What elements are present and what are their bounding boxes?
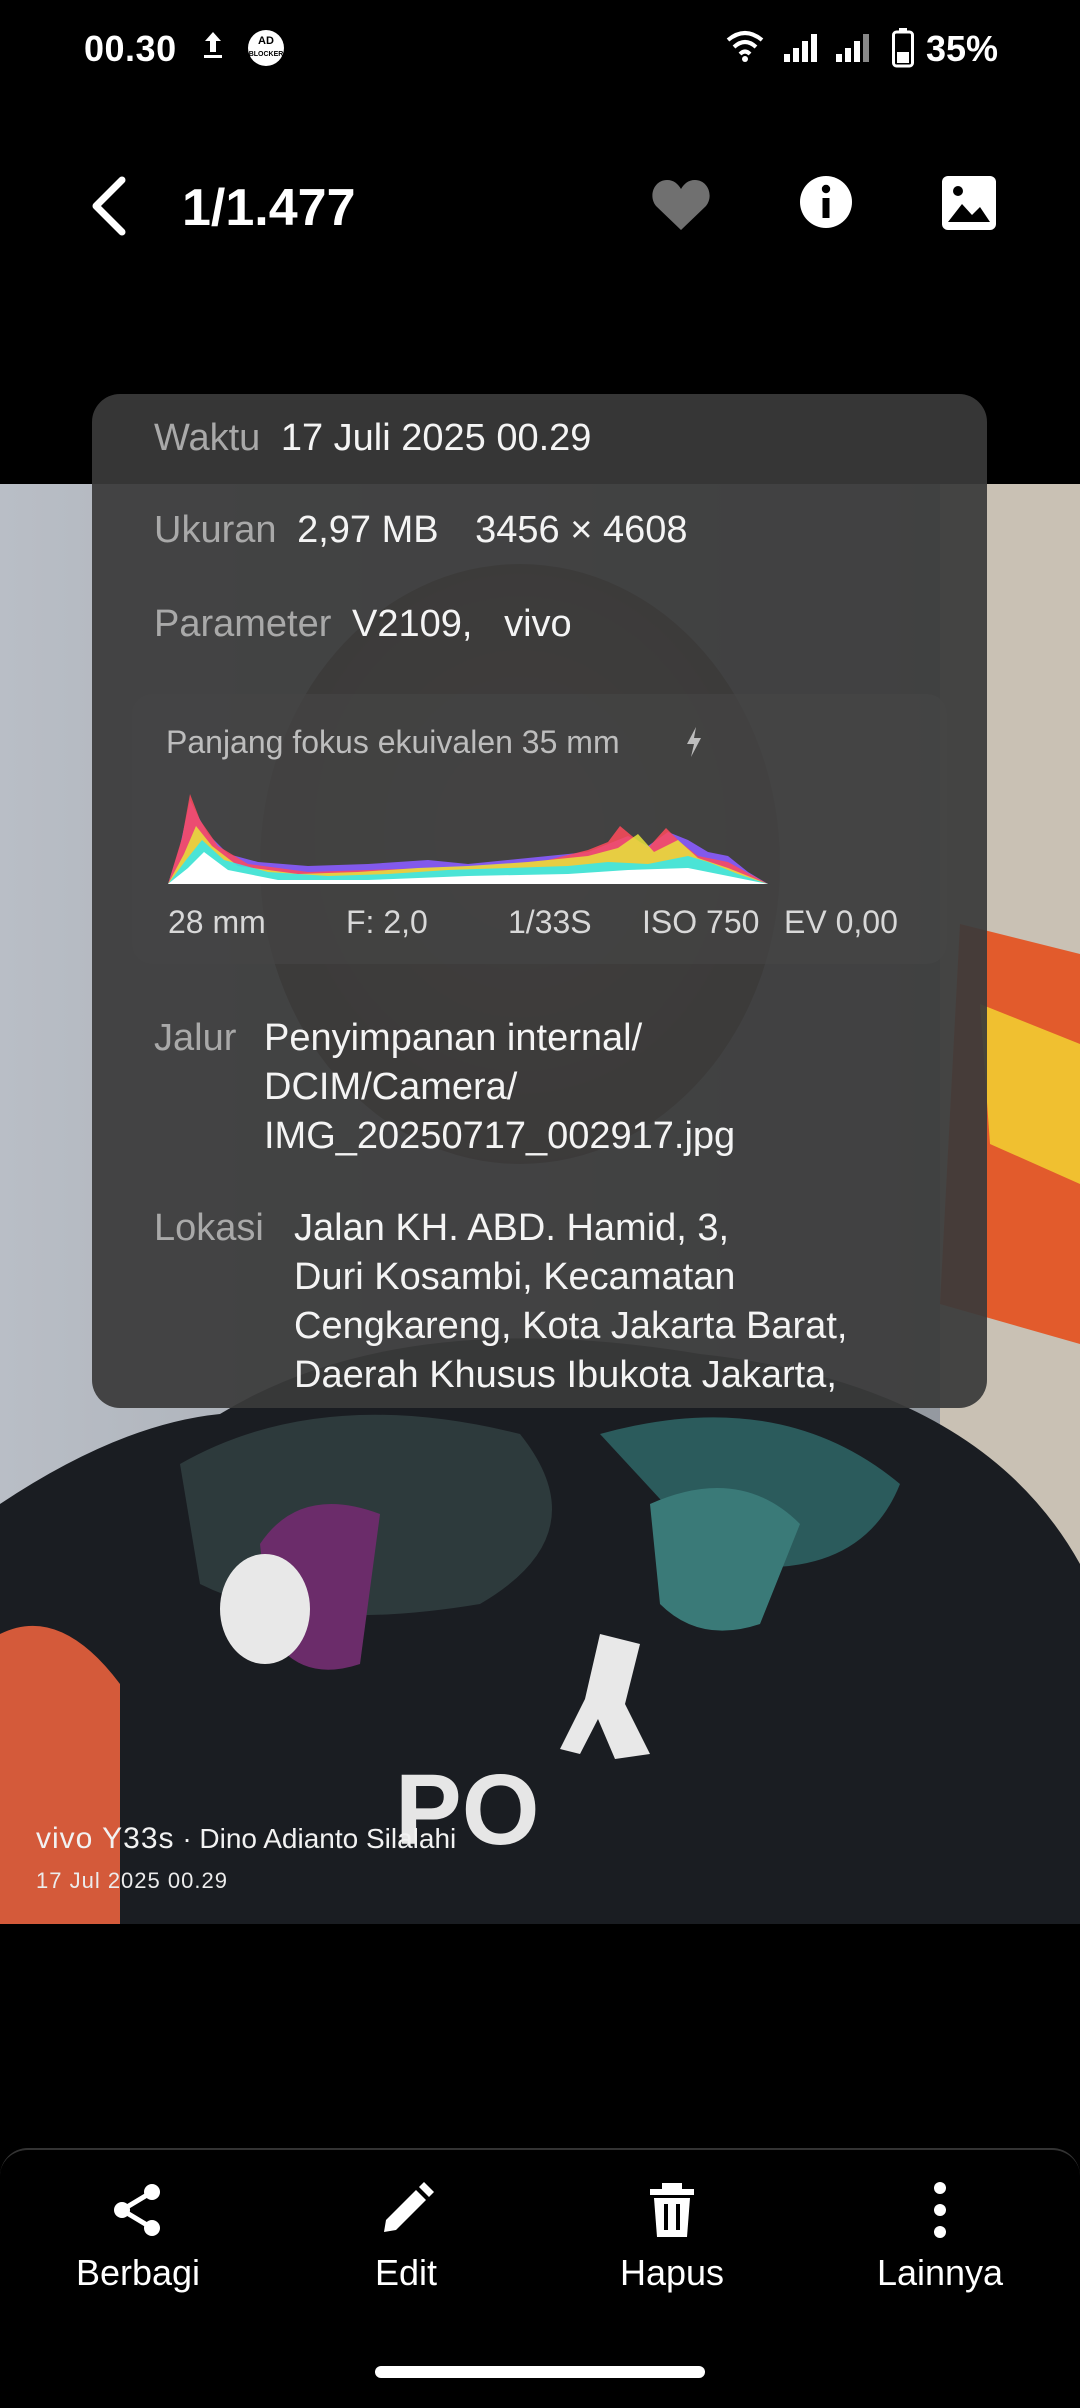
watermark-date: 17 Jul 2025 00.29	[36, 1868, 228, 1893]
edit-label: Edit	[374, 2252, 438, 2293]
share-icon	[114, 2184, 160, 2236]
exif-ev: EV 0,00	[784, 904, 898, 940]
exif-focal: 28 mm	[168, 904, 266, 940]
more-button[interactable]: Lainnya	[820, 2180, 1060, 2320]
status-bar: 00.30 AD BLOCKER 35%	[0, 0, 1080, 100]
info-path-row: Jalur Penyimpanan internal/ DCIM/Camera/…	[154, 1014, 735, 1161]
location-line: Daerah Khusus Ibukota Jakarta,	[294, 1354, 837, 1396]
histogram-title: Panjang fokus ekuivalen 35 mm	[166, 724, 620, 760]
signal-icon	[836, 34, 869, 62]
adblocker-icon: AD BLOCKER	[248, 30, 284, 66]
location-label: Lokasi	[154, 1207, 264, 1249]
info-icon[interactable]	[798, 174, 854, 230]
watermark-brand: vivo Y33s	[36, 1822, 175, 1855]
home-indicator[interactable]	[375, 2366, 705, 2378]
trash-icon	[650, 2183, 694, 2237]
path-line: DCIM/Camera/	[264, 1066, 518, 1108]
delete-button[interactable]: Hapus	[552, 2180, 792, 2320]
status-time: 00.30	[84, 28, 177, 69]
pencil-icon	[384, 2182, 434, 2232]
histogram-card: Panjang fokus ekuivalen 35 mm 28 mm F: 2…	[132, 694, 947, 964]
flash-icon	[687, 727, 701, 757]
path-line: Penyimpanan internal/	[264, 1017, 643, 1059]
heart-icon[interactable]	[650, 176, 712, 234]
exif-aperture: F: 2,0	[346, 904, 428, 940]
time-value: 17 Juli 2025 00.29	[280, 417, 592, 459]
location-line: Duri Kosambi, Kecamatan	[294, 1256, 736, 1298]
size-value: 2,97 MB	[297, 509, 439, 551]
resolution-value: 3456 × 4608	[475, 509, 688, 551]
exif-iso: ISO 750	[642, 904, 760, 940]
more-vert-icon	[934, 2182, 946, 2238]
size-label: Ukuran	[154, 509, 277, 551]
more-label: Lainnya	[876, 2252, 1004, 2293]
parameter-label: Parameter	[154, 603, 332, 645]
delete-label: Hapus	[619, 2252, 725, 2293]
signal-icon	[784, 34, 817, 62]
location-line: Cengkareng, Kota Jakarta Barat,	[294, 1305, 848, 1347]
info-location-row: Lokasi Jalan KH. ABD. Hamid, 3, Duri Kos…	[154, 1204, 847, 1400]
photo-info-panel[interactable]: Waktu 17 Juli 2025 00.29 Ukuran 2,97 MB …	[92, 394, 987, 1408]
time-label: Waktu	[154, 417, 261, 459]
viewer-header: 1/1.477	[0, 140, 1080, 270]
parameter-value: V2109, vivo	[351, 603, 572, 645]
info-parameter-row: Parameter V2109, vivo	[154, 600, 572, 649]
watermark-author: Dino Adianto Silalahi	[199, 1823, 457, 1854]
info-time-row: Waktu 17 Juli 2025 00.29	[154, 414, 591, 463]
back-arrow-icon[interactable]	[82, 174, 134, 238]
edit-button[interactable]: Edit	[286, 2180, 526, 2320]
watermark-separator: ·	[182, 1823, 192, 1854]
info-size-row: Ukuran 2,97 MB 3456 × 4608	[154, 506, 688, 555]
battery-percent: 35%	[926, 28, 999, 69]
path-line: IMG_20250717_002917.jpg	[264, 1115, 736, 1157]
photo-counter: 1/1.477	[182, 179, 356, 237]
upload-icon	[204, 32, 222, 58]
wifi-icon	[726, 31, 764, 62]
histogram-graph	[168, 794, 768, 884]
path-label: Jalur	[154, 1017, 237, 1059]
battery-icon	[892, 28, 914, 68]
location-line: Jalan KH. ABD. Hamid, 3,	[294, 1207, 730, 1249]
share-label: Berbagi	[75, 2252, 201, 2293]
share-button[interactable]: Berbagi	[18, 2180, 258, 2320]
exif-shutter: 1/33S	[508, 904, 592, 940]
image-icon[interactable]	[940, 174, 998, 232]
photo-watermark: vivo Y33s · Dino Adianto Silalahi 17 Jul…	[36, 1822, 456, 1894]
